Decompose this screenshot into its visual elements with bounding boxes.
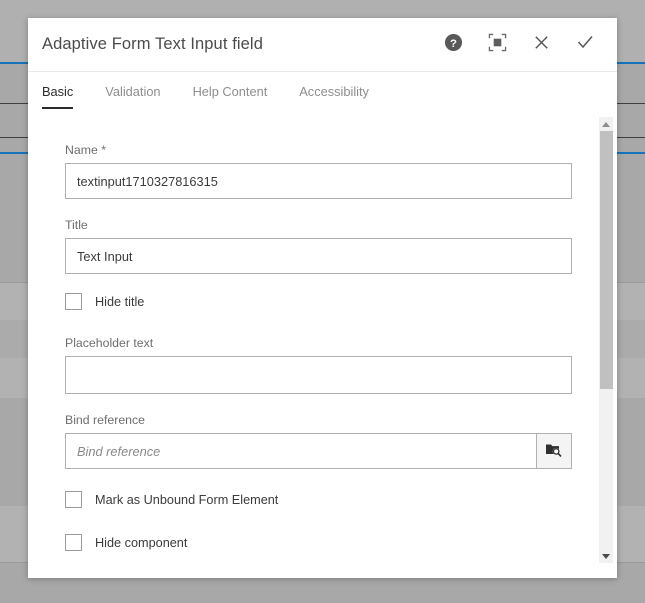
hide-component-label: Hide component: [95, 535, 188, 550]
field-bind-reference: Bind reference: [65, 413, 572, 469]
mark-unbound-label: Mark as Unbound Form Element: [95, 492, 279, 507]
hide-title-label: Hide title: [95, 294, 145, 309]
close-icon: [532, 33, 551, 57]
svg-text:?: ?: [450, 37, 457, 49]
field-name: Name *: [65, 143, 572, 199]
title-label: Title: [65, 218, 88, 232]
checkbox-hide-component[interactable]: Hide component: [65, 534, 572, 551]
folder-search-icon: [544, 440, 564, 463]
tab-accessibility[interactable]: Accessibility: [299, 80, 369, 109]
scroll-down-arrow[interactable]: [599, 549, 613, 563]
name-input[interactable]: [65, 163, 572, 199]
tab-validation-label: Validation: [105, 84, 161, 99]
dialog-actions: ?: [431, 18, 607, 71]
tab-basic-label: Basic: [42, 84, 74, 99]
form-scroll-area: Name * Title Hide title Placeholder text: [28, 117, 594, 578]
tab-accessibility-label: Accessibility: [299, 84, 369, 99]
fullscreen-icon: [488, 33, 507, 57]
hide-component-checkbox[interactable]: [65, 534, 82, 551]
form-content: Name * Title Hide title Placeholder text: [28, 117, 594, 578]
confirm-button[interactable]: [563, 23, 607, 67]
confirm-check-icon: [575, 32, 595, 57]
bind-reference-input[interactable]: [65, 433, 536, 469]
tab-validation[interactable]: Validation: [105, 80, 160, 109]
dialog-header: Adaptive Form Text Input field ?: [28, 18, 617, 72]
tab-help-content-label: Help Content: [192, 84, 268, 99]
help-icon: ?: [444, 33, 463, 57]
dialog-body: Name * Title Hide title Placeholder text: [28, 117, 617, 578]
bind-reference-label: Bind reference: [65, 413, 145, 427]
bind-reference-picker-button[interactable]: [536, 433, 572, 469]
properties-dialog: Adaptive Form Text Input field ? Basic V…: [28, 18, 617, 578]
placeholder-text-label: Placeholder text: [65, 336, 154, 350]
scrollbar-thumb[interactable]: [600, 131, 613, 389]
help-button[interactable]: ?: [431, 23, 475, 67]
form-scrollbar[interactable]: [599, 117, 613, 563]
field-placeholder-text: Placeholder text: [65, 336, 572, 394]
fullscreen-button[interactable]: [475, 23, 519, 67]
scroll-up-arrow[interactable]: [599, 117, 613, 131]
checkbox-hide-title[interactable]: Hide title: [65, 293, 572, 310]
chevron-up-icon: [602, 121, 610, 127]
tab-bar: Basic Validation Help Content Accessibil…: [28, 72, 617, 117]
tab-help-content[interactable]: Help Content: [193, 80, 268, 109]
title-input[interactable]: [65, 238, 572, 274]
mark-unbound-checkbox[interactable]: [65, 491, 82, 508]
chevron-down-icon: [602, 553, 610, 559]
bind-reference-group: [65, 433, 572, 469]
checkbox-mark-unbound[interactable]: Mark as Unbound Form Element: [65, 491, 572, 508]
close-button[interactable]: [519, 23, 563, 67]
name-label: Name *: [65, 143, 107, 157]
field-title: Title: [65, 218, 572, 274]
dialog-title: Adaptive Form Text Input field: [42, 35, 263, 53]
tab-basic[interactable]: Basic: [42, 80, 74, 109]
placeholder-text-input[interactable]: [65, 356, 572, 394]
hide-title-checkbox[interactable]: [65, 293, 82, 310]
